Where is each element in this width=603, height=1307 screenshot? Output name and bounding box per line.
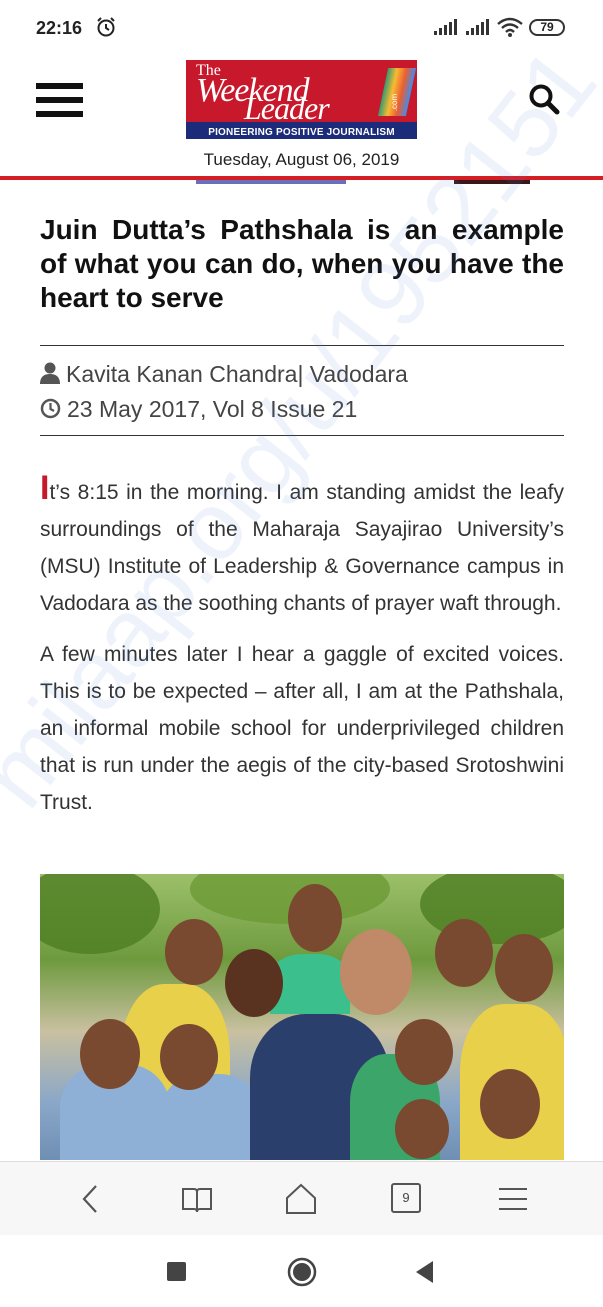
photo-face (395, 1019, 453, 1085)
back-icon[interactable] (74, 1182, 108, 1216)
user-icon (40, 362, 60, 384)
photo-child (160, 1074, 260, 1160)
home-circle-icon[interactable] (287, 1257, 317, 1287)
home-icon[interactable] (284, 1182, 318, 1216)
byline: Kavita Kanan Chandra| Vadodara (40, 361, 408, 388)
wifi-icon (497, 17, 523, 37)
alarm-icon (97, 17, 115, 37)
photo-face (225, 949, 283, 1017)
logo-dotcom: .com (390, 93, 400, 112)
bookmarks-icon[interactable] (180, 1182, 214, 1216)
clock-icon (40, 398, 61, 419)
article-body: It’s 8:15 in the morning. I am standing … (40, 471, 564, 821)
byline-text: Kavita Kanan Chandra| Vadodara (66, 361, 408, 387)
status-bar: 22:16 79 (0, 0, 603, 56)
photo-face (288, 884, 342, 952)
photo-face (435, 919, 493, 987)
paragraph-text: t’s 8:15 in the morning. I am standing a… (40, 481, 564, 615)
header-date: Tuesday, August 06, 2019 (203, 150, 400, 169)
photo-face (495, 934, 553, 1002)
browser-menu-icon[interactable] (496, 1182, 530, 1216)
site-header: The Weekend Leader .com PIONEERING POSIT… (0, 56, 603, 176)
search-icon[interactable] (528, 83, 560, 115)
dateline: 23 May 2017, Vol 8 Issue 21 (40, 396, 357, 423)
signal-icon (466, 19, 489, 35)
recents-icon[interactable] (167, 1262, 186, 1281)
photo-face (160, 1024, 218, 1090)
article-photo[interactable] (40, 874, 564, 1160)
browser-toolbar: 9 (0, 1161, 603, 1236)
menu-icon[interactable] (36, 83, 83, 117)
photo-face (340, 929, 412, 1015)
battery-icon: 79 (529, 19, 565, 36)
nav-strip-segment (454, 180, 530, 184)
nav-strip-segment (196, 180, 346, 184)
dateline-text: 23 May 2017, Vol 8 Issue 21 (67, 396, 358, 422)
site-logo[interactable]: The Weekend Leader .com PIONEERING POSIT… (186, 60, 417, 139)
signal-icon (434, 19, 457, 35)
logo-tagline: PIONEERING POSITIVE JOURNALISM (208, 127, 395, 138)
meta-divider-bottom (40, 435, 564, 436)
article-title: Juin Dutta’s Pathshala is an example of … (40, 214, 564, 313)
photo-foliage (40, 874, 160, 954)
status-time: 22:16 (36, 18, 83, 38)
photo-face (480, 1069, 540, 1139)
paragraph: It’s 8:15 in the morning. I am standing … (40, 471, 564, 622)
photo-face (395, 1099, 449, 1159)
photo-face (80, 1019, 140, 1089)
meta-divider-top (40, 345, 564, 346)
photo-face (165, 919, 223, 985)
system-nav-bar (0, 1235, 603, 1307)
nav-back-icon[interactable] (414, 1260, 434, 1284)
paragraph: A few minutes later I hear a gaggle of e… (40, 643, 564, 814)
tabs-icon[interactable]: 9 (391, 1183, 421, 1213)
